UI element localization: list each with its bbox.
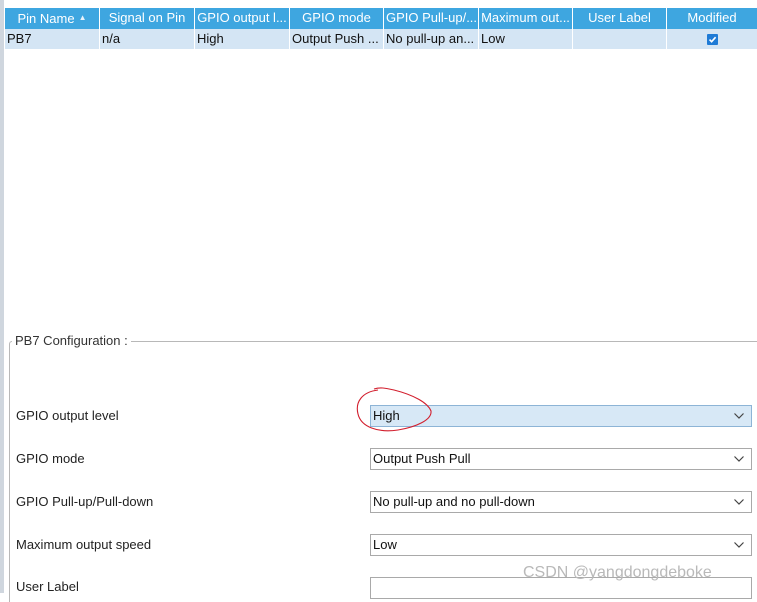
max-output-speed-value: Low <box>373 537 397 552</box>
cell-max-speed: Low <box>479 29 573 49</box>
cell-signal: n/a <box>100 29 195 49</box>
pin-table: Pin Name ▲ Signal on Pin GPIO output l...… <box>5 8 757 49</box>
chevron-down-icon <box>734 456 744 462</box>
gpio-pull-select[interactable]: No pull-up and no pull-down <box>370 491 752 513</box>
label-gpio-pull: GPIO Pull-up/Pull-down <box>16 494 154 509</box>
max-output-speed-select[interactable]: Low <box>370 534 752 556</box>
gpio-output-level-value: High <box>373 408 400 423</box>
cell-mode: Output Push ... <box>290 29 384 49</box>
col-gpio-output-level[interactable]: GPIO output l... <box>195 8 290 29</box>
chevron-down-icon <box>734 499 744 505</box>
label-user-label: User Label <box>16 579 79 594</box>
gpio-mode-select[interactable]: Output Push Pull <box>370 448 752 470</box>
config-title: PB7 Configuration : <box>12 333 131 348</box>
cell-user-label <box>573 29 667 49</box>
chevron-down-icon <box>734 542 744 548</box>
col-user-label[interactable]: User Label <box>573 8 667 29</box>
checkmark-icon <box>708 36 716 43</box>
gpio-pull-value: No pull-up and no pull-down <box>373 494 535 509</box>
gpio-mode-value: Output Push Pull <box>373 451 471 466</box>
gpio-output-level-select[interactable]: High <box>370 405 752 427</box>
cell-pull: No pull-up an... <box>384 29 479 49</box>
label-gpio-mode: GPIO mode <box>16 451 85 466</box>
label-max-output-speed: Maximum output speed <box>16 537 152 552</box>
sort-ascending-icon: ▲ <box>78 13 87 22</box>
col-gpio-mode[interactable]: GPIO mode <box>290 8 384 29</box>
label-gpio-output-level: GPIO output level <box>16 408 119 423</box>
watermark-text: CSDN @yangdongdeboke <box>523 564 712 581</box>
left-panel-edge <box>0 0 4 593</box>
col-signal-on-pin[interactable]: Signal on Pin <box>100 8 195 29</box>
chevron-down-icon <box>734 413 744 419</box>
modified-checkbox[interactable] <box>706 33 718 45</box>
cell-output-level: High <box>195 29 290 49</box>
table-row[interactable]: PB7 n/a High Output Push ... No pull-up … <box>5 29 757 49</box>
cell-modified <box>667 29 757 49</box>
col-modified[interactable]: Modified <box>667 8 757 29</box>
col-gpio-pull[interactable]: GPIO Pull-up/... <box>384 8 479 29</box>
col-pin-name[interactable]: Pin Name ▲ <box>5 8 100 29</box>
table-header: Pin Name ▲ Signal on Pin GPIO output l...… <box>5 8 757 29</box>
pin-configuration-group <box>9 341 757 602</box>
cell-pin-name: PB7 <box>5 29 100 49</box>
col-max-output-speed[interactable]: Maximum out... <box>479 8 573 29</box>
